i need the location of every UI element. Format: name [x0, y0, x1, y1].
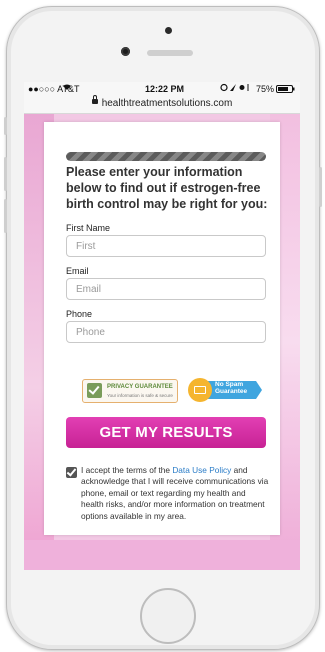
- volume-down-button: [4, 199, 7, 233]
- privacy-guarantee-badge: PRIVACY GUARANTEE Your information is sa…: [82, 379, 178, 403]
- get-results-button[interactable]: GET MY RESULTS: [66, 417, 266, 448]
- consent-text: I accept the terms of the Data Use Polic…: [81, 465, 269, 522]
- address-bar[interactable]: healthtreatmentsolutions.com: [24, 95, 300, 114]
- checkmark-shield-icon: [87, 383, 102, 398]
- power-button: [319, 167, 322, 207]
- data-use-policy-link[interactable]: Data Use Policy: [172, 465, 231, 475]
- no-spam-badge: No Spam Guarantee: [188, 378, 262, 402]
- first-name-input[interactable]: First: [66, 235, 266, 257]
- earpiece-speaker: [147, 50, 193, 56]
- privacy-badge-title: PRIVACY GUARANTEE: [107, 384, 173, 390]
- email-label: Email: [66, 266, 89, 276]
- mute-switch: [4, 117, 7, 135]
- phone-input[interactable]: Phone: [66, 321, 266, 343]
- first-name-label: First Name: [66, 223, 111, 233]
- no-spam-text: No Spam Guarantee: [215, 381, 248, 395]
- consent-prefix: I accept the terms of the: [81, 465, 173, 475]
- wifi-icon: [62, 83, 72, 93]
- front-camera-icon: [121, 47, 130, 56]
- location-icon: [220, 83, 250, 94]
- phone-screen: ●●○○○ AT&T 12:22 PM 75% healthtreatments…: [24, 82, 300, 570]
- background-image-bottom: [24, 540, 300, 570]
- progress-bar: [66, 152, 266, 161]
- lock-icon: [91, 95, 98, 104]
- battery-percent: 75%: [256, 84, 275, 94]
- status-bar: ●●○○○ AT&T 12:22 PM 75%: [24, 82, 300, 96]
- volume-up-button: [4, 157, 7, 191]
- home-button[interactable]: [140, 588, 196, 644]
- form-headline: Please enter your information below to f…: [66, 165, 268, 211]
- lead-form-card: Please enter your information below to f…: [44, 122, 280, 535]
- battery-icon: [276, 85, 295, 95]
- privacy-badge-subtitle: Your information is safe & secure: [107, 393, 173, 398]
- url-text: healthtreatmentsolutions.com: [101, 98, 233, 109]
- email-input[interactable]: Email: [66, 278, 266, 300]
- consent-checkbox[interactable]: [66, 467, 77, 478]
- camera-dot: [165, 27, 172, 34]
- envelope-icon: [188, 378, 212, 402]
- phone-label: Phone: [66, 309, 93, 319]
- clock: 12:22 PM: [145, 84, 185, 94]
